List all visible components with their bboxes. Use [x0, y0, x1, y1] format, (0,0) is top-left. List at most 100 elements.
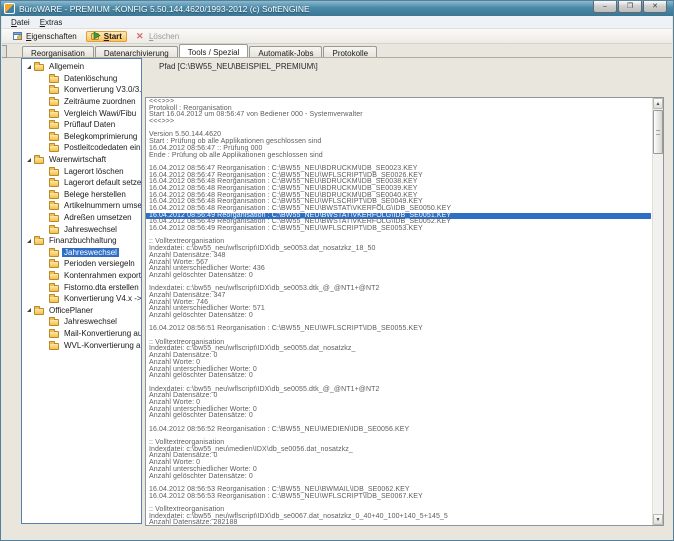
maximize-button[interactable]: ❐	[618, 1, 642, 13]
log-line[interactable]: Anzahl Datensätze: 0	[146, 353, 651, 360]
tree-item-postleitcodedaten-einlesen[interactable]: Postleitcodedaten einlesen	[22, 142, 141, 154]
splitter-handle[interactable]	[2, 45, 7, 58]
log-line[interactable]: 16.04.2012 08:56:51 Reorganisation : C:\…	[146, 326, 651, 333]
minimize-button[interactable]: –	[593, 1, 617, 13]
window-controls: – ❐ ✕	[593, 1, 667, 13]
log-line[interactable]: Start 16.04.2012 um 08:56:47 von Bediene…	[146, 112, 651, 119]
menu-extras[interactable]: Extras	[35, 17, 68, 28]
tree-panel: AllgemeinDatenlöschungKonvertierung V3.0…	[21, 58, 142, 524]
tree-item-konvertierung-v3-0-3-1-v4-0[interactable]: Konvertierung V3.0/3.1->V4.0	[22, 84, 141, 96]
tree-item-lagerort-l-schen[interactable]: Lagerort löschen	[22, 165, 141, 177]
app-window: BüroWARE - PREMIUM -KONFIG 5.50.144.4620…	[0, 0, 674, 541]
scroll-up-button[interactable]: ▲	[653, 98, 663, 109]
close-button[interactable]: ✕	[643, 1, 667, 13]
tab-tools-spezial[interactable]: Tools / Spezial	[179, 44, 249, 57]
start-button[interactable]: Start	[86, 31, 127, 42]
tree-item-pr-flauf-daten[interactable]: Prüflauf Daten	[22, 119, 141, 131]
tree-item-kontenrahmen-exportieren[interactable]: Kontenrahmen exportieren	[22, 270, 141, 282]
log-scrollbar[interactable]: ▲ ▼	[652, 98, 663, 525]
tree-item-adre-en-umsetzen[interactable]: Adreßen umsetzen	[22, 212, 141, 224]
tree-item-mail-konvertierung-auf-v4-2[interactable]: Mail-Konvertierung auf V4.2	[22, 328, 141, 340]
tree-group-allgemein[interactable]: Allgemein	[22, 61, 141, 73]
log-line[interactable]: Anzahl Datensätze: 0	[146, 393, 651, 400]
folder-icon	[49, 99, 59, 106]
log-box: <<<>>>Protokoll : ReorganisationStart 16…	[145, 97, 664, 526]
log-line[interactable]: 16.04.2012 08:56:53 Reorganisation : C:\…	[146, 494, 651, 501]
expand-triangle-icon[interactable]	[27, 239, 31, 243]
folder-icon	[49, 319, 59, 326]
tab-datenarchivierung[interactable]: Datenarchivierung	[95, 46, 178, 57]
tree-item-belegkomprimierung[interactable]: Belegkomprimierung	[22, 131, 141, 143]
tree-item-jahreswechsel[interactable]: Jahreswechsel	[22, 223, 141, 235]
tree-item-zeitr-ume-zuordnen[interactable]: Zeiträume zuordnen	[22, 96, 141, 108]
log-line[interactable]: Anzahl Datensätze: 347	[146, 293, 651, 300]
folder-icon	[49, 250, 59, 257]
start-icon	[91, 31, 101, 41]
folder-icon	[49, 203, 59, 210]
folder-icon	[49, 331, 59, 338]
log-line[interactable]: Anzahl gelöschter Datensätze: 0	[146, 313, 651, 320]
title-bar[interactable]: BüroWARE - PREMIUM -KONFIG 5.50.144.4620…	[1, 1, 673, 16]
folder-icon	[34, 157, 44, 164]
tree-item-perioden-versiegeln[interactable]: Perioden versiegeln	[22, 258, 141, 270]
log-line[interactable]: 16.04.2012 08:56:52 Reorganisation : C:\…	[146, 427, 651, 434]
log-line[interactable]: Anzahl gelöschter Datensätze: 0	[146, 474, 651, 481]
folder-icon	[49, 180, 59, 187]
tree-group-officeplaner[interactable]: OfficePlaner	[22, 304, 141, 316]
eigenschaften-button[interactable]: Eigenschaften	[8, 31, 82, 42]
log-line[interactable]: Anzahl gelöschter Datensätze: 0	[146, 413, 651, 420]
log-content: <<<>>>Protokoll : ReorganisationStart 16…	[146, 99, 651, 525]
tree-item-lagerort-default-setzen[interactable]: Lagerort default setzen	[22, 177, 141, 189]
log-line[interactable]: 16.04.2012 08:56:49 Reorganisation : C:\…	[146, 226, 651, 233]
log-line[interactable]: Anzahl Datensätze: 0	[146, 453, 651, 460]
folder-icon	[49, 296, 59, 303]
expand-triangle-icon[interactable]	[27, 158, 31, 162]
tree-item-artikelnummern-umsetzen[interactable]: Artikelnummern umsetzen	[22, 200, 141, 212]
tree-item-fistorno-dta-erstellen[interactable]: Fistorno.dta erstellen	[22, 281, 141, 293]
menu-datei[interactable]: Datei	[6, 17, 35, 28]
log-line[interactable]: Ende : Prüfung ob alle Applikationen ges…	[146, 153, 651, 160]
folder-icon	[34, 238, 44, 245]
tab-automatik-jobs[interactable]: Automatik-Jobs	[249, 46, 322, 57]
folder-icon	[34, 64, 44, 71]
tree-item-belege-herstellen[interactable]: Belege herstellen	[22, 189, 141, 201]
log-line[interactable]: Anzahl Datensätze: 348	[146, 253, 651, 260]
log-line[interactable]: Anzahl Datensätze: 282188	[146, 520, 651, 525]
expand-triangle-icon[interactable]	[27, 65, 31, 69]
log-line[interactable]: Indexdatei: c:\bw55_neu\medien\IDX\db_se…	[146, 447, 651, 454]
log-line[interactable]: Anzahl gelöschter Datensätze: 0	[146, 373, 651, 380]
log-line[interactable]: Indexdatei: c:\bw55_neu\wflscript\IDX\db…	[146, 346, 651, 353]
delete-x-icon: ✕	[136, 31, 146, 41]
tree-group-warenwirtschaft[interactable]: Warenwirtschaft	[22, 154, 141, 166]
tree-item-konvertierung-v4-x-v5-0[interactable]: Konvertierung V4.x -> V5.0	[22, 293, 141, 305]
folder-icon	[49, 261, 59, 268]
folder-icon	[49, 87, 59, 94]
app-icon	[4, 3, 15, 14]
log-line[interactable]: Anzahl gelöschter Datensätze: 0	[146, 273, 651, 280]
expand-triangle-icon[interactable]	[27, 308, 31, 312]
tab-protokolle[interactable]: Protokolle	[323, 46, 377, 57]
tab-strip: ReorganisationDatenarchivierungTools / S…	[2, 44, 672, 58]
eigenschaften-label: Eigenschaften	[26, 32, 77, 41]
tree-item-jahreswechsel[interactable]: Jahreswechsel	[22, 247, 141, 259]
tree-item-datenl-schung[interactable]: Datenlöschung	[22, 73, 141, 85]
tree-item-jahreswechsel[interactable]: Jahreswechsel	[22, 316, 141, 328]
tree-item-vergleich-wawi-fibu[interactable]: Vergleich Wawi/Fibu	[22, 107, 141, 119]
start-label: Start	[104, 32, 122, 41]
tree-group-finanzbuchhaltung[interactable]: Finanzbuchhaltung	[22, 235, 141, 247]
scroll-down-button[interactable]: ▼	[653, 514, 663, 525]
folder-icon	[49, 145, 59, 152]
log-line[interactable]	[146, 126, 651, 133]
menu-bar: Datei Extras	[2, 16, 672, 29]
folder-icon	[34, 308, 44, 315]
folder-icon	[49, 343, 59, 350]
log-line[interactable]: <<<>>>	[146, 119, 651, 126]
folder-icon	[49, 111, 59, 118]
scroll-thumb[interactable]	[653, 110, 663, 154]
window-title: BüroWARE - PREMIUM -KONFIG 5.50.144.4620…	[19, 4, 310, 14]
tree-item-wvl-konvertierung-auf-v5-0[interactable]: WVL-Konvertierung auf V5.0	[22, 339, 141, 351]
properties-icon	[13, 31, 23, 41]
log-line[interactable]: Indexdatei: c:\bw55_neu\wflscript\IDX\db…	[146, 387, 651, 394]
tab-reorganisation[interactable]: Reorganisation	[22, 46, 94, 57]
folder-icon	[49, 134, 59, 141]
